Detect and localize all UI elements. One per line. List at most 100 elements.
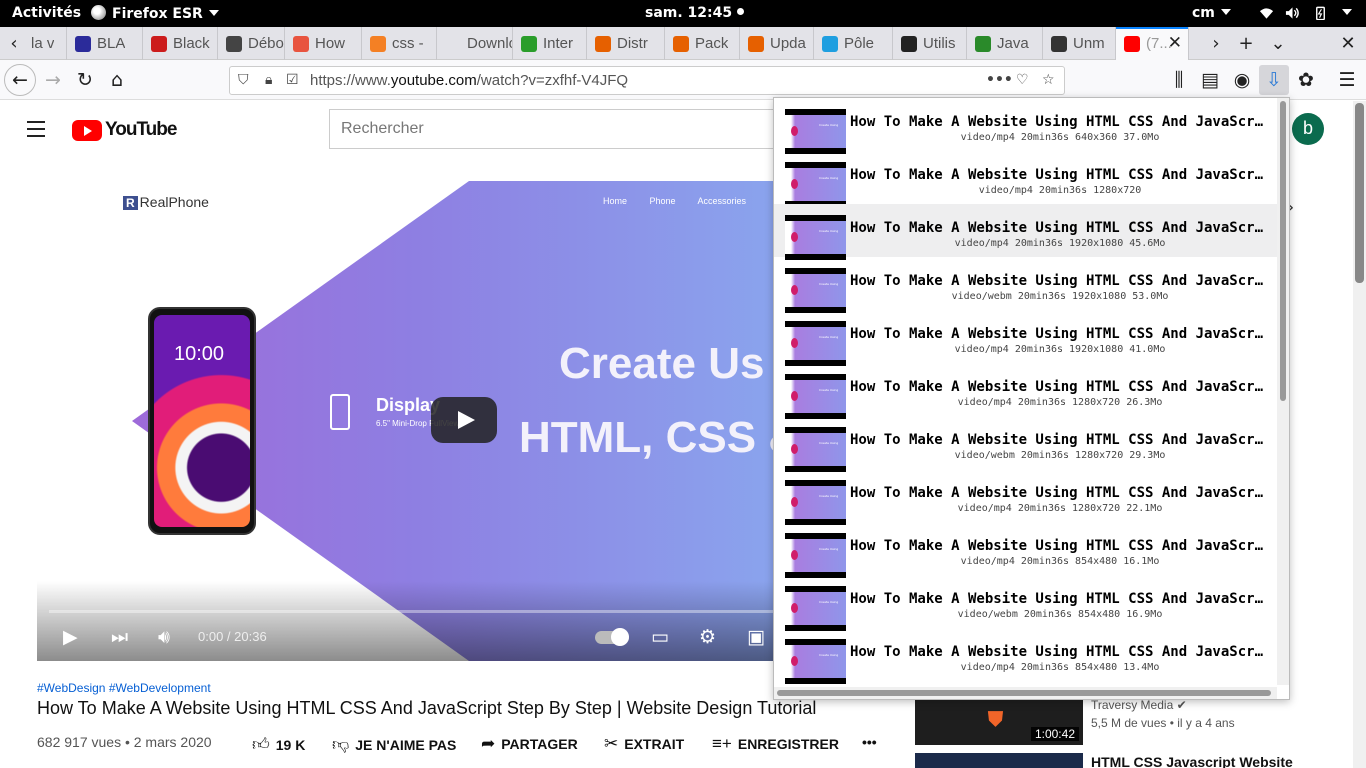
dislike-button[interactable]: 👎︎ JE N'AIME PAS [332,734,456,755]
miniplayer-icon[interactable]: ▣ [747,626,765,648]
page-scrollbar-thumb[interactable] [1355,103,1364,283]
shield-icon[interactable]: ⛉ [238,72,249,88]
download-variant-item[interactable]: How To Make A Website Using HTML CSS And… [774,416,1277,472]
tab[interactable]: BLA [67,27,143,60]
search-input[interactable]: Rechercher [329,109,789,149]
list-all-tabs-button[interactable]: ⌄ [1264,27,1292,60]
share-button[interactable]: ➦ PARTAGER [481,734,578,754]
tab[interactable]: Unm [1043,27,1116,60]
open-menu-button[interactable]: ☰ [1332,65,1362,95]
url-path: /watch?v=zxfhf-V4JFQ [476,72,629,89]
popup-horizontal-scrollbar-thumb[interactable] [777,690,1271,696]
page-actions-icon[interactable]: ••• [986,72,1013,88]
library-button[interactable]: ⫼ [1164,65,1194,95]
url-bar[interactable]: ⛉ 🔒︎ ☑ https://www.youtube.com/watch?v=z… [229,66,1065,95]
download-variant-item[interactable]: How To Make A Website Using HTML CSS And… [774,575,1277,631]
tab[interactable]: Débo [218,27,285,60]
close-window-button[interactable]: ✕ [1334,27,1362,60]
tab[interactable]: css - [362,27,437,60]
new-tab-button[interactable]: + [1232,27,1260,60]
progress-bar[interactable] [49,610,785,613]
tab[interactable]: Pack [665,27,740,60]
play-icon[interactable]: ▶ [63,626,78,648]
tab[interactable]: How [285,27,362,60]
permissions-icon[interactable]: ☑ [286,72,299,88]
popup-horizontal-scrollbar[interactable] [774,687,1277,699]
download-variant-item[interactable]: How To Make A Website Using HTML CSS And… [774,469,1277,525]
tab[interactable]: Java [967,27,1043,60]
url-text[interactable]: https://www.youtube.com/watch?v=zxfhf-V4… [310,72,628,89]
download-variant-item[interactable]: How To Make A Website Using HTML CSS And… [774,628,1277,684]
subtitles-icon[interactable]: ▭ [651,626,669,648]
video-player[interactable]: R RealPhone Home Phone Accessories 10:00 … [37,181,797,661]
more-actions-button[interactable]: ••• [862,734,877,750]
tab-favicon-icon [370,35,386,52]
recommendation-title[interactable]: HTML CSS Javascript Website [1091,754,1293,768]
tab[interactable]: la v [29,27,67,60]
autoplay-toggle[interactable] [595,628,629,646]
tab[interactable]: Distr [587,27,665,60]
scroll-tabs-right-button[interactable]: › [1202,27,1230,60]
hamburger-menu-icon: ☰ [1338,69,1356,91]
sidebar-button[interactable]: ▤ [1195,65,1225,95]
avatar[interactable]: b [1292,113,1324,145]
volume-icon[interactable]: 🔊︎ [158,626,170,648]
next-icon[interactable]: ⏭ [111,626,128,648]
settings-gear-icon[interactable]: ⚙ [699,626,716,648]
close-icon: ✕ [1340,33,1356,54]
popup-vertical-scrollbar-thumb[interactable] [1280,101,1286,401]
account-button[interactable]: ◉ [1227,65,1257,95]
forward-button[interactable]: → [38,65,68,95]
clock[interactable]: sam. 12:45 [645,5,745,21]
system-menu[interactable] [1336,5,1352,21]
scroll-tabs-left-button[interactable]: ‹ [0,27,28,60]
app-menu[interactable]: Firefox ESR [91,5,219,22]
download-variant-item[interactable]: How To Make A Website Using HTML CSS And… [774,363,1277,419]
lock-icon[interactable]: 🔒︎ [265,72,272,88]
tab[interactable]: Pôle [814,27,893,60]
youtube-logo[interactable]: YouTube [72,119,177,141]
back-button[interactable]: ← [4,64,36,96]
tab[interactable]: Upda [740,27,814,60]
popup-vertical-scrollbar[interactable] [1277,98,1289,685]
activities-button[interactable]: Activités [12,5,81,21]
guide-menu-icon[interactable] [27,121,45,142]
tab[interactable]: (7... ✕ [1116,27,1189,60]
download-variant-item[interactable]: How To Make A Website Using HTML CSS And… [774,522,1277,578]
video-hashtags[interactable]: #WebDesign #WebDevelopment [37,681,211,695]
recommendation-channel[interactable]: Traversy Media ✔ [1091,698,1187,712]
volume-icon[interactable] [1285,6,1300,20]
wifi-icon[interactable] [1259,6,1274,20]
variant-title: How To Make A Website Using HTML CSS And… [850,114,1270,130]
keyboard-layout[interactable]: cm [1192,5,1231,21]
save-button[interactable]: ≡+ ENREGISTRER [712,734,839,754]
battery-icon[interactable] [1313,6,1328,20]
close-tab-icon[interactable]: ✕ [1168,33,1182,53]
recommendation-thumbnail[interactable] [915,753,1083,768]
plus-icon: + [1238,33,1254,54]
download-variant-item[interactable]: How To Make A Website Using HTML CSS And… [774,310,1277,366]
download-extension-button[interactable]: ⇩ [1259,65,1289,95]
tab[interactable]: Downlo [437,27,513,60]
view-count-date: 682 917 vues • 2 mars 2020 [37,734,212,750]
bookmark-star-icon[interactable]: ☆ [1042,72,1055,88]
like-button[interactable]: 👍︎ 19 K [252,734,305,755]
tab-favicon-icon [151,35,167,52]
tab[interactable]: Inter [513,27,587,60]
download-variant-item[interactable]: How To Make A Website Using HTML CSS And… [774,204,1277,260]
home-button[interactable]: ⌂ [102,65,132,95]
clip-button[interactable]: ✂ EXTRAIT [604,734,684,754]
tab[interactable]: Black [143,27,218,60]
page-scrollbar[interactable] [1353,101,1366,768]
tab-title: Utilis [923,35,956,52]
pocket-icon[interactable]: ♡ [1016,72,1029,88]
download-variant-item[interactable]: How To Make A Website Using HTML CSS And… [774,151,1277,207]
reload-button[interactable]: ↻ [70,65,100,95]
variant-thumbnail [785,586,846,631]
tab[interactable]: Utilis [893,27,967,60]
download-variant-item[interactable]: How To Make A Website Using HTML CSS And… [774,98,1277,154]
large-play-button[interactable] [431,397,497,443]
extension-button[interactable]: ✿ [1291,65,1321,95]
download-variant-item[interactable]: How To Make A Website Using HTML CSS And… [774,257,1277,313]
recommendation-thumbnail[interactable]: ⛊ 1:00:42 [915,697,1083,745]
